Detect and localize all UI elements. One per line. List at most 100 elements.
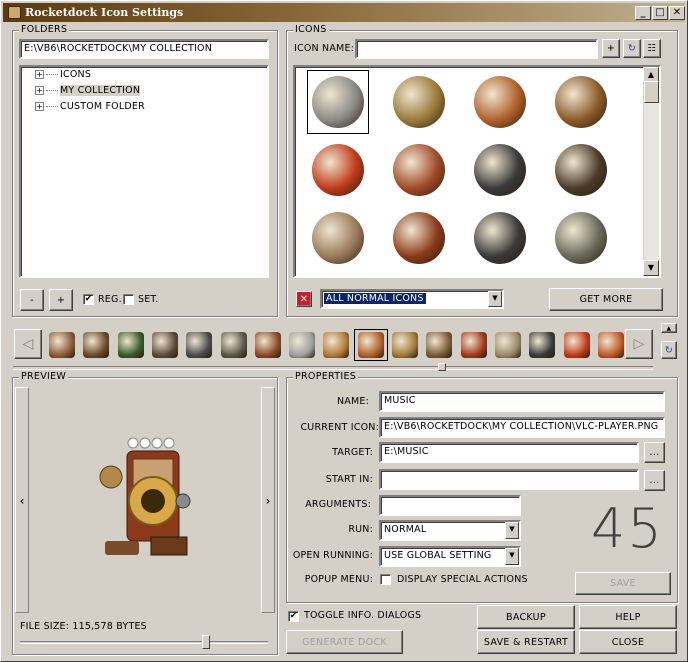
dock-item-6[interactable] <box>217 329 251 361</box>
dock-item-10[interactable] <box>353 329 388 361</box>
current-icon-input[interactable]: E:\VB6\ROCKETDOCK\MY COLLECTION\VLC-PLAY… <box>379 417 665 438</box>
preview-next-button[interactable]: › <box>261 387 275 613</box>
tree-item-custom-folder[interactable]: + CUSTOM FOLDER <box>35 101 145 115</box>
preview-slider-thumb[interactable] <box>202 635 210 649</box>
refresh-icon[interactable]: ↻ <box>623 39 641 58</box>
tree-item-my-collection[interactable]: + MY COLLECTION <box>35 85 141 99</box>
reg-checkbox[interactable]: ✔ <box>83 294 94 305</box>
close-window-button[interactable]: ✕ <box>669 6 685 20</box>
dock-item-1[interactable] <box>45 329 79 361</box>
run-label: RUN: <box>348 524 373 535</box>
dock-icon <box>186 332 213 358</box>
window-title: Rocketdock Icon Settings <box>25 6 184 19</box>
add-folder-button[interactable]: + <box>49 289 73 311</box>
close-button[interactable]: CLOSE <box>579 630 677 654</box>
save-button[interactable]: SAVE <box>575 572 671 595</box>
delete-icon[interactable]: ✕ <box>296 291 312 307</box>
dock-scroll-left-button[interactable]: ◁ <box>14 329 42 359</box>
chevron-down-icon[interactable]: ▼ <box>488 291 502 307</box>
dock-icon <box>426 332 453 358</box>
dock-up-icon[interactable]: ▲ <box>661 323 677 333</box>
dock-item-11[interactable] <box>388 329 422 361</box>
scroll-thumb[interactable] <box>644 81 659 103</box>
popup-menu-checkbox[interactable] <box>380 574 391 585</box>
expand-icon[interactable]: + <box>35 70 44 79</box>
postage-stamp-icon[interactable] <box>469 206 531 270</box>
bulb-sphere-icon[interactable] <box>388 138 450 202</box>
target-label: TARGET: <box>332 447 373 458</box>
save-restart-button[interactable]: SAVE & RESTART <box>477 630 575 654</box>
dock-item-14[interactable] <box>491 329 525 361</box>
dock-item-5[interactable] <box>182 329 216 361</box>
start-in-input[interactable] <box>379 469 639 490</box>
dock-item-16[interactable] <box>560 329 594 361</box>
help-button[interactable]: HELP <box>579 605 677 629</box>
app-icon <box>8 6 21 19</box>
dock-icon <box>117 332 144 358</box>
crystal-eye-icon[interactable] <box>307 138 369 202</box>
title-bar[interactable]: Rocketdock Icon Settings _ □ ✕ <box>3 3 685 22</box>
add-icon-button[interactable]: + <box>602 39 620 58</box>
remove-folder-button[interactable]: - <box>20 289 44 311</box>
generate-dock-button[interactable]: GENERATE DOCK <box>286 630 403 654</box>
preview-size-slider[interactable] <box>20 641 268 644</box>
open-running-select[interactable]: USE GLOBAL SETTING ▼ <box>379 546 521 567</box>
set-label: SET. <box>138 294 159 305</box>
dock-icon <box>529 332 556 358</box>
tree-item-icons[interactable]: + ICONS <box>35 69 91 83</box>
dock-icon <box>151 332 178 358</box>
toggle-info-checkbox[interactable]: ✔ <box>288 611 299 622</box>
typewriter-icon[interactable] <box>550 138 612 202</box>
get-more-button[interactable]: GET MORE <box>549 288 663 311</box>
backup-button[interactable]: BACKUP <box>477 605 575 629</box>
typewriter-lamp-icon[interactable] <box>469 138 531 202</box>
radio-bulb-icon[interactable] <box>307 206 369 270</box>
dock-scrollbar[interactable] <box>13 366 653 370</box>
icon-filter-select[interactable]: ALL NORMAL ICONS ▼ <box>320 289 504 309</box>
organ-icon[interactable] <box>388 206 450 270</box>
expand-icon[interactable]: + <box>35 102 44 111</box>
scroll-down-icon[interactable]: ▼ <box>643 260 659 276</box>
dock-item-4[interactable] <box>148 329 182 361</box>
name-input[interactable]: MUSIC <box>379 391 665 412</box>
target-input[interactable]: E:\MUSIC <box>379 442 639 463</box>
chevron-down-icon[interactable]: ▼ <box>505 548 519 565</box>
gear-clock-icon[interactable] <box>307 70 369 134</box>
run-select[interactable]: NORMAL ▼ <box>379 520 521 541</box>
set-checkbox[interactable] <box>123 294 134 305</box>
target-browse-button[interactable]: ... <box>644 442 665 463</box>
tree-view-icon[interactable]: ☷ <box>643 39 661 58</box>
maximize-button[interactable]: □ <box>652 6 668 20</box>
expand-icon[interactable]: + <box>35 86 44 95</box>
icon-artwork <box>312 76 364 128</box>
arguments-input[interactable] <box>379 495 521 516</box>
icon-artwork <box>474 212 526 264</box>
dock-item-15[interactable] <box>525 329 559 361</box>
dock-item-3[interactable] <box>114 329 148 361</box>
postage-magnifier-icon[interactable] <box>550 206 612 270</box>
dock-item-17[interactable] <box>594 329 628 361</box>
globe-stand-icon[interactable] <box>550 70 612 134</box>
start-in-label: START IN: <box>325 474 373 485</box>
folder-path-field[interactable]: E:\VB6\ROCKETDOCK\MY COLLECTION <box>19 39 269 59</box>
icon-name-input[interactable] <box>355 39 598 59</box>
dock-icon <box>563 332 590 358</box>
minimize-button[interactable]: _ <box>635 6 651 20</box>
preview-prev-button[interactable]: ‹ <box>15 387 29 613</box>
dock-scroll-right-button[interactable]: ▷ <box>625 329 653 359</box>
dock-scroll-thumb[interactable] <box>438 363 446 371</box>
main-window: Rocketdock Icon Settings _ □ ✕ FOLDERS E… <box>0 0 688 662</box>
chevron-down-icon[interactable]: ▼ <box>505 522 519 539</box>
dock-refresh-icon[interactable]: ↻ <box>661 341 677 359</box>
dock-item-13[interactable] <box>457 329 491 361</box>
syringe-icon[interactable] <box>388 70 450 134</box>
dock-item-12[interactable] <box>422 329 456 361</box>
start-in-browse-button[interactable]: ... <box>644 470 665 491</box>
metronome-icon[interactable] <box>469 70 531 134</box>
dock-icon <box>494 332 521 358</box>
folder-tree[interactable]: + ICONS + MY COLLECTION + CUSTOM FOLDER <box>19 65 269 278</box>
dock-item-7[interactable] <box>251 329 285 361</box>
dock-item-9[interactable] <box>319 329 353 361</box>
dock-item-8[interactable] <box>285 329 319 361</box>
dock-item-2[interactable] <box>79 329 113 361</box>
